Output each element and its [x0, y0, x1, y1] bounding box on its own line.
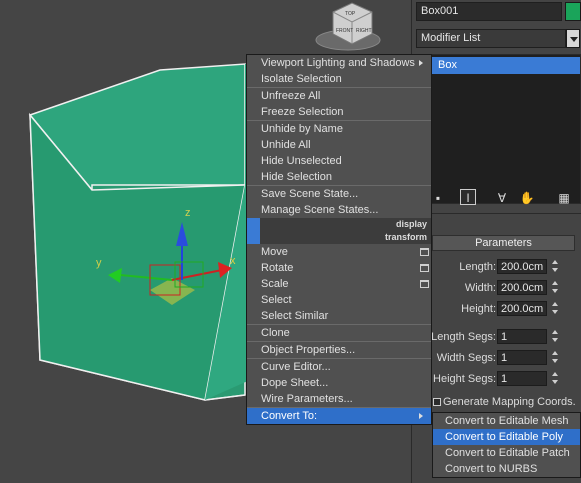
y-axis-label: y: [96, 257, 102, 269]
menu-item-manage-scene-states[interactable]: Manage Scene States...: [247, 202, 431, 218]
submenu-item-editable-patch[interactable]: Convert to Editable Patch: [433, 445, 580, 461]
menu-item-isolate-selection[interactable]: Isolate Selection: [247, 71, 431, 87]
height-spinner[interactable]: [551, 301, 560, 316]
menu-item-convert-to[interactable]: Convert To:: [247, 408, 431, 424]
gen-mapping-checkbox[interactable]: [433, 398, 441, 406]
viewcube[interactable]: TOP FRONT RIGHT: [315, 2, 381, 51]
quad-menu: Viewport Lighting and Shadows Isolate Se…: [246, 54, 432, 425]
chevron-down-icon[interactable]: [566, 29, 580, 48]
height-segs-spinner[interactable]: [551, 371, 560, 386]
menu-item-unfreeze-all[interactable]: Unfreeze All: [247, 88, 431, 104]
viewcube-front-label: FRONT: [336, 28, 353, 34]
viewcube-top-label: TOP: [345, 11, 356, 17]
menu-item-hide-selection[interactable]: Hide Selection: [247, 169, 431, 185]
menu-item-unhide-all[interactable]: Unhide All: [247, 137, 431, 153]
param-label-length: Length:: [459, 261, 496, 273]
menu-item-select[interactable]: Select: [247, 292, 431, 308]
quad-color-bar: [247, 231, 260, 244]
menu-item-freeze-selection[interactable]: Freeze Selection: [247, 104, 431, 120]
submenu-item-editable-mesh[interactable]: Convert to Editable Mesh: [433, 413, 580, 429]
object-color-swatch[interactable]: [565, 2, 581, 21]
submenu-arrow-icon: [419, 60, 423, 66]
width-segs-spinner[interactable]: [551, 350, 560, 365]
length-segs-spinner[interactable]: [551, 329, 560, 344]
param-label-height: Height:: [461, 303, 496, 315]
menu-item-hide-unselected[interactable]: Hide Unselected: [247, 153, 431, 169]
param-label-length-segs: Length Segs:: [431, 331, 496, 343]
param-label-width-segs: Width Segs:: [436, 352, 496, 364]
menu-item-label: Convert To:: [261, 410, 318, 422]
settings-box-icon[interactable]: [420, 248, 429, 256]
viewcube-right-label: RIGHT: [356, 28, 372, 34]
panel-divider: [412, 213, 581, 214]
pin-stack-icon[interactable]: ▪: [430, 190, 446, 206]
quad-title-label: transform: [384, 232, 427, 242]
menu-item-unhide-by-name[interactable]: Unhide by Name: [247, 121, 431, 137]
menu-item-rotate[interactable]: Rotate: [247, 260, 431, 276]
settings-box-icon[interactable]: [420, 264, 429, 272]
menu-item-select-similar[interactable]: Select Similar: [247, 308, 431, 324]
menu-item-label: Move: [261, 246, 288, 258]
modifier-stack[interactable]: Box: [431, 54, 581, 204]
menu-item-object-properties[interactable]: Object Properties...: [247, 342, 431, 358]
param-field-height[interactable]: 200.0cm: [497, 301, 547, 316]
param-field-length[interactable]: 200.0cm: [497, 259, 547, 274]
width-spinner[interactable]: [551, 280, 560, 295]
param-label-width: Width:: [464, 282, 496, 294]
show-end-result-icon[interactable]: I: [460, 189, 476, 205]
convert-to-submenu: Convert to Editable Mesh Convert to Edit…: [432, 412, 581, 478]
submenu-item-editable-poly[interactable]: Convert to Editable Poly: [433, 429, 580, 445]
remove-modifier-icon[interactable]: ✋: [519, 190, 535, 206]
quad-title-display: display: [247, 218, 431, 231]
z-axis-label: z: [185, 207, 191, 219]
quad-title-transform: transform: [247, 231, 431, 244]
menu-item-wire-parameters[interactable]: Wire Parameters...: [247, 391, 431, 407]
quad-title-label: display: [395, 219, 427, 229]
menu-item-save-scene-state[interactable]: Save Scene State...: [247, 186, 431, 202]
modifier-list-dropdown[interactable]: Modifier List: [416, 29, 566, 48]
menu-item-dope-sheet[interactable]: Dope Sheet...: [247, 375, 431, 391]
make-unique-icon[interactable]: ∀: [494, 190, 510, 206]
submenu-arrow-icon: [419, 413, 423, 419]
menu-item-label: Scale: [261, 278, 289, 290]
parameters-rollout-header[interactable]: Parameters: [432, 235, 575, 251]
menu-item-viewport-lighting[interactable]: Viewport Lighting and Shadows: [247, 55, 431, 71]
gen-mapping-label: Generate Mapping Coords.: [443, 396, 576, 408]
menu-item-clone[interactable]: Clone: [247, 325, 431, 341]
settings-box-icon[interactable]: [420, 280, 429, 288]
param-field-length-segs[interactable]: 1: [497, 329, 547, 344]
quad-color-bar: [247, 218, 260, 231]
x-axis-label: x: [230, 255, 236, 267]
object-name-field[interactable]: Box001: [416, 2, 562, 21]
stack-item-box[interactable]: Box: [432, 57, 580, 74]
configure-sets-icon[interactable]: ▦: [556, 190, 572, 206]
menu-item-move[interactable]: Move: [247, 244, 431, 260]
param-field-width[interactable]: 200.0cm: [497, 280, 547, 295]
param-field-width-segs[interactable]: 1: [497, 350, 547, 365]
menu-item-label: Rotate: [261, 262, 294, 274]
param-field-height-segs[interactable]: 1: [497, 371, 547, 386]
param-label-height-segs: Height Segs:: [433, 373, 496, 385]
submenu-item-nurbs[interactable]: Convert to NURBS: [433, 461, 580, 477]
menu-item-label: Viewport Lighting and Shadows: [261, 57, 415, 69]
length-spinner[interactable]: [551, 259, 560, 274]
menu-item-scale[interactable]: Scale: [247, 276, 431, 292]
menu-item-curve-editor[interactable]: Curve Editor...: [247, 359, 431, 375]
